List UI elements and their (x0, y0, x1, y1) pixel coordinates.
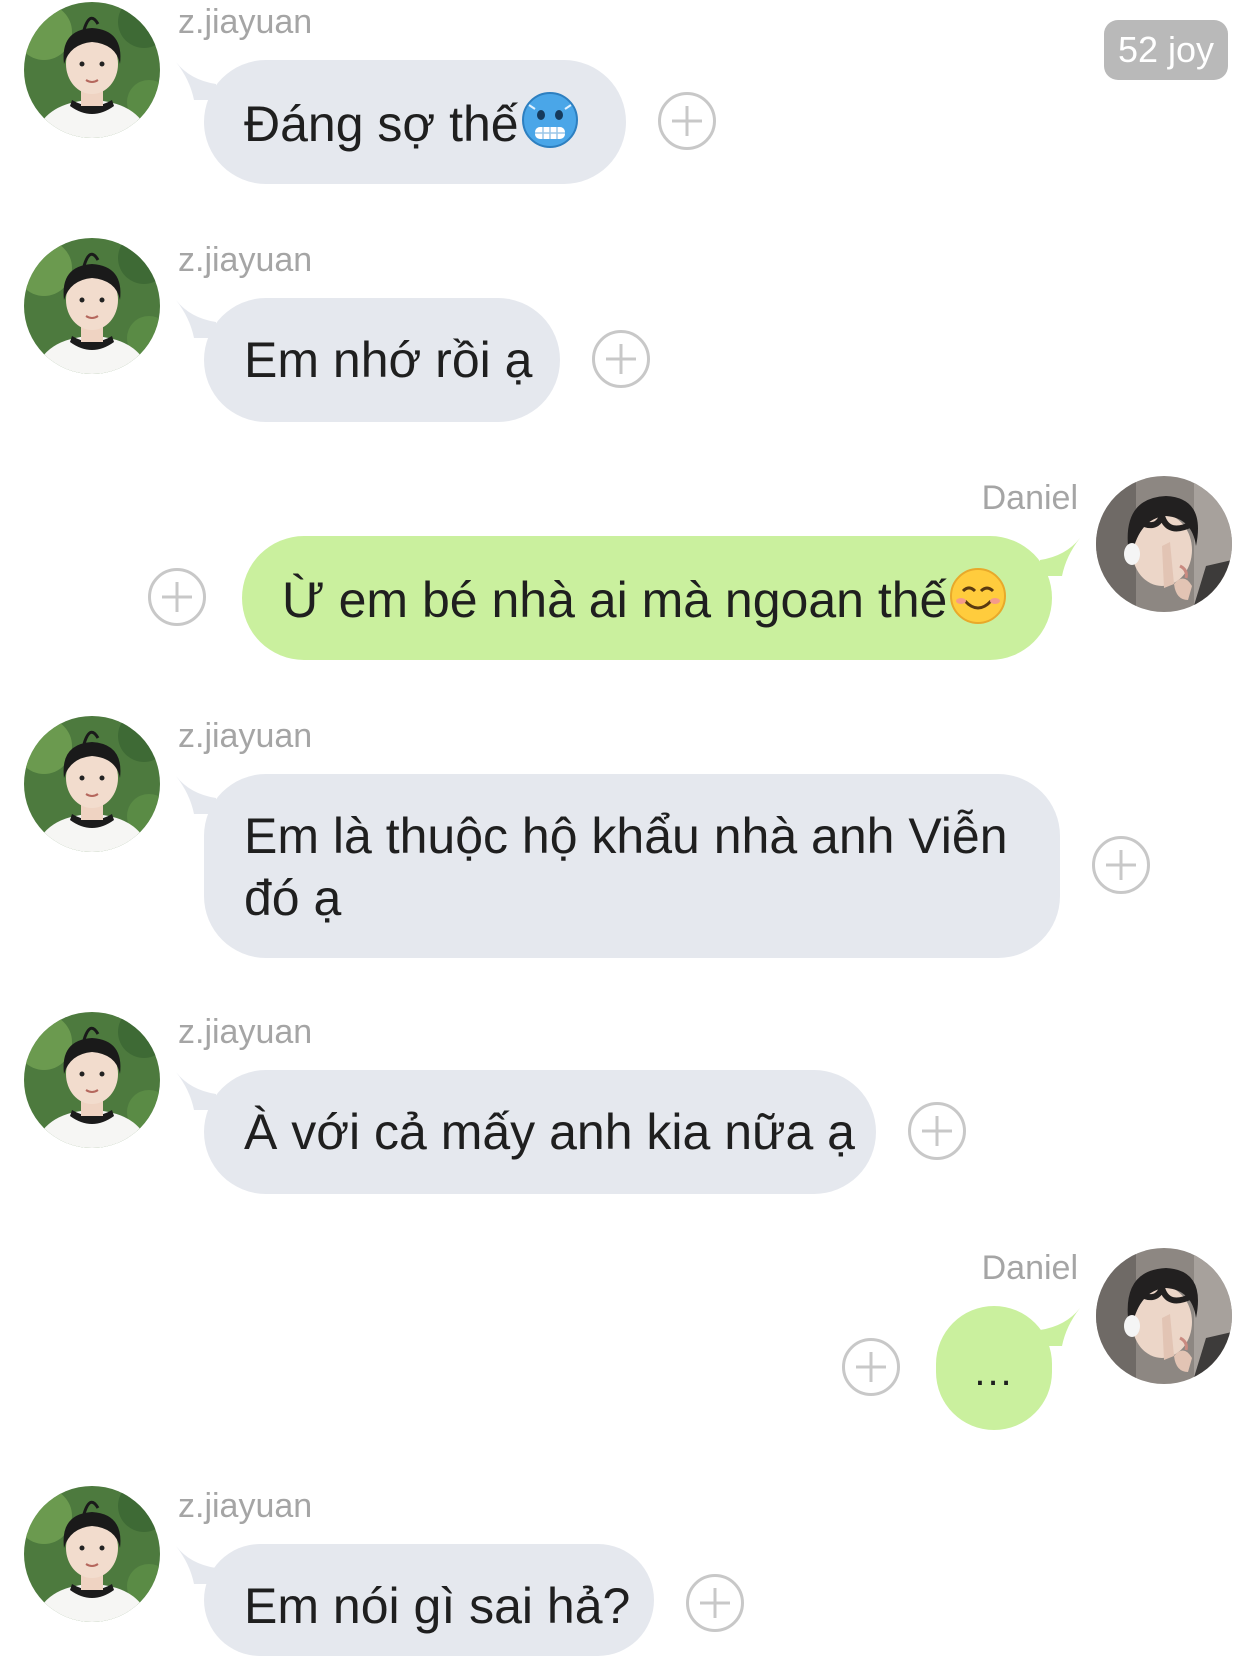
add-reaction-button[interactable] (592, 330, 650, 388)
add-reaction-button[interactable] (1092, 836, 1150, 894)
sender-name: Daniel (981, 479, 1078, 517)
message-bubble[interactable]: Ừ em bé nhà ai mà ngoan thế (242, 536, 1052, 660)
message-bubble[interactable]: Em nói gì sai hả? (204, 1544, 654, 1656)
add-reaction-button[interactable] (658, 92, 716, 150)
avatar[interactable] (1096, 476, 1232, 612)
sender-name: z.jiayuan (178, 1013, 313, 1051)
message-text: ... (974, 1350, 1014, 1394)
sender-name: z.jiayuan (178, 241, 313, 279)
time-badge: 52 joy (1104, 20, 1228, 80)
message-text: Ừ em bé nhà ai mà ngoan thế (282, 572, 948, 628)
message-text: Em nói gì sai hả? (244, 1578, 631, 1634)
message-text: Em nhớ rồi ạ (244, 332, 533, 388)
add-reaction-button[interactable] (908, 1102, 966, 1160)
avatar[interactable] (24, 1486, 160, 1622)
add-reaction-button[interactable] (148, 568, 206, 626)
add-reaction-button[interactable] (842, 1338, 900, 1396)
message-bubble[interactable]: Em nhớ rồi ạ (204, 298, 560, 422)
smiling-face-emoji (950, 568, 1007, 624)
sender-name: z.jiayuan (178, 1487, 313, 1525)
message-bubble[interactable]: Đáng sợ thế (204, 60, 626, 184)
message-bubble[interactable]: Em là thuộc hộ khẩu nhà anh Viễn đó ạ (204, 774, 1060, 958)
avatar[interactable] (24, 716, 160, 852)
message-text: Em là thuộc hộ khẩu nhà anh Viễn đó ạ (244, 808, 1008, 926)
message-text: À với cả mấy anh kia nữa ạ (244, 1104, 855, 1160)
sender-name: Daniel (981, 1249, 1078, 1287)
message-bubble[interactable]: À với cả mấy anh kia nữa ạ (204, 1070, 876, 1194)
avatar[interactable] (24, 1012, 160, 1148)
cold-face-emoji (521, 92, 578, 148)
message-text: Đáng sợ thế (244, 96, 519, 152)
avatar[interactable] (24, 2, 160, 138)
add-reaction-button[interactable] (686, 1574, 744, 1632)
avatar[interactable] (24, 238, 160, 374)
avatar[interactable] (1096, 1248, 1232, 1384)
message-bubble[interactable]: ... (936, 1306, 1052, 1430)
sender-name: z.jiayuan (178, 3, 313, 41)
sender-name: z.jiayuan (178, 717, 313, 755)
